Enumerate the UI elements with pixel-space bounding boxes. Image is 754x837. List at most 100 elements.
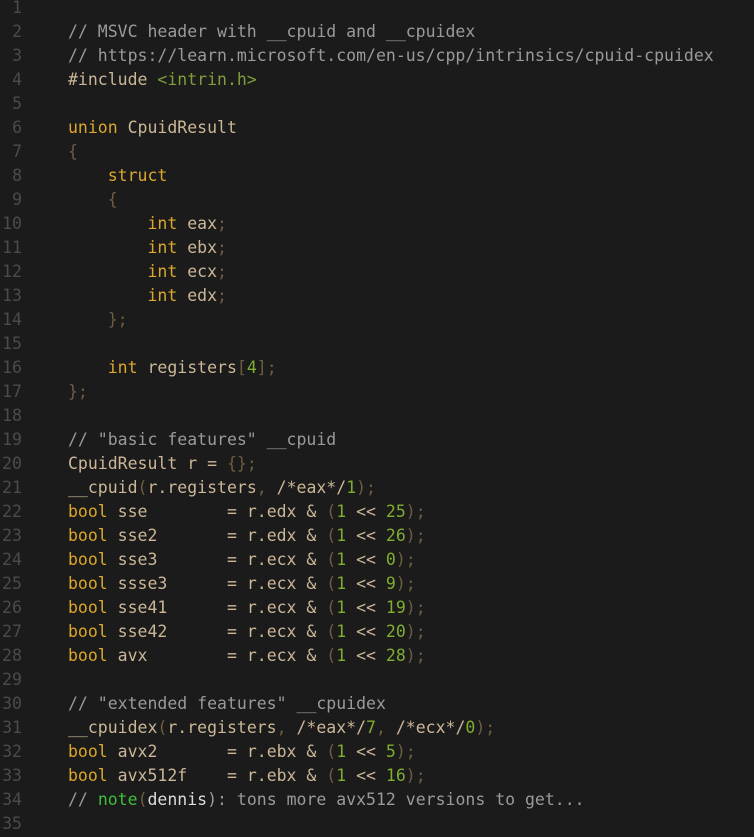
code-token: ssse3 = r.ecx & xyxy=(107,574,327,593)
code-text: { xyxy=(68,140,78,164)
code-token: bool xyxy=(68,622,108,641)
code-token: sse = r.edx & xyxy=(107,502,327,521)
code-text: union CpuidResult xyxy=(68,116,237,140)
code-token: r.registers xyxy=(147,478,257,497)
code-line[interactable]: 1 xyxy=(0,0,754,20)
code-line[interactable]: 8 struct xyxy=(0,164,754,188)
code-line[interactable]: 24 bool sse3 = r.ecx & (1 << 0); xyxy=(0,548,754,572)
code-line[interactable]: 3 // https://learn.microsoft.com/en-us/cp… xyxy=(0,44,754,68)
code-line[interactable]: 30 // "extended features" __cpuidex xyxy=(0,692,754,716)
code-text: bool ssse3 = r.ecx & (1 << 9); xyxy=(68,572,416,596)
code-text: int eax; xyxy=(68,212,227,236)
code-token: 0 xyxy=(465,718,476,737)
code-line[interactable]: 22 bool sse = r.edx & (1 << 25); xyxy=(0,500,754,524)
code-token: << xyxy=(346,766,386,785)
code-token: << xyxy=(346,622,386,641)
code-token: sse2 = r.edx & xyxy=(107,526,327,545)
code-text: bool sse3 = r.ecx & (1 << 0); xyxy=(68,548,416,572)
code-token: edx xyxy=(177,286,218,305)
code-token: << xyxy=(346,574,386,593)
code-line[interactable]: 33 bool avx512f = r.ebx & (1 << 16); xyxy=(0,764,754,788)
code-token: }; xyxy=(68,382,88,401)
code-line[interactable]: 14 }; xyxy=(0,308,754,332)
code-token: #include xyxy=(68,70,158,89)
code-token: 0 xyxy=(385,550,396,569)
code-line[interactable]: 17}; xyxy=(0,380,754,404)
code-token: {}; xyxy=(226,454,257,473)
code-line[interactable]: 25 bool ssse3 = r.ecx & (1 << 9); xyxy=(0,572,754,596)
code-token: bool xyxy=(68,598,108,617)
code-line[interactable]: 6 union CpuidResult xyxy=(0,116,754,140)
code-token: bool xyxy=(68,550,108,569)
code-line[interactable]: 16 int registers[4]; xyxy=(0,356,754,380)
line-number: 2 xyxy=(12,22,22,41)
code-line[interactable]: 15 xyxy=(0,332,754,356)
code-line[interactable]: 5 xyxy=(0,92,754,116)
code-token: <intrin.h> xyxy=(157,70,257,89)
code-token: ; xyxy=(217,262,227,281)
line-number: 12 xyxy=(2,262,22,281)
code-text: int registers[4]; xyxy=(68,356,277,380)
code-token: ; xyxy=(217,214,227,233)
code-line[interactable]: 34 // note(dennis): tons more avx512 vers… xyxy=(0,788,754,812)
code-text: bool sse42 = r.ecx & (1 << 20); xyxy=(68,620,426,644)
line-number: 19 xyxy=(2,430,22,449)
code-line[interactable]: 2 // MSVC header with __cpuid and __cpuid… xyxy=(0,20,754,44)
code-line[interactable]: 12 int ecx; xyxy=(0,260,754,284)
code-text: bool avx512f = r.ebx & (1 << 16); xyxy=(68,764,426,788)
code-line[interactable]: 20 CpuidResult r = {}; xyxy=(0,452,754,476)
code-line[interactable]: 9 { xyxy=(0,188,754,212)
code-editor[interactable]: 1 2// MSVC header with __cpuid and __cpui… xyxy=(0,0,754,836)
line-number: 20 xyxy=(2,454,22,473)
code-token: 1 xyxy=(336,766,347,785)
code-token: bool xyxy=(68,646,108,665)
code-line[interactable]: 27 bool sse42 = r.ecx & (1 << 20); xyxy=(0,620,754,644)
code-token: 9 xyxy=(385,574,396,593)
code-line[interactable]: 4 #include <intrin.h> xyxy=(0,68,754,92)
code-line[interactable]: 19 // "basic features" __cpuid xyxy=(0,428,754,452)
code-text: // MSVC header with __cpuid and __cpuide… xyxy=(68,20,475,44)
code-token: int xyxy=(68,358,138,377)
code-line[interactable]: 23 bool sse2 = r.edx & (1 << 26); xyxy=(0,524,754,548)
code-line[interactable]: 35 xyxy=(0,812,754,836)
line-number: 27 xyxy=(2,622,22,641)
code-line[interactable]: 29 xyxy=(0,668,754,692)
code-line[interactable]: 26 bool sse41 = r.ecx & (1 << 19); xyxy=(0,596,754,620)
code-token: << xyxy=(346,526,386,545)
code-line[interactable]: 7{ xyxy=(0,140,754,164)
code-token: ); xyxy=(405,646,426,665)
code-token: sse42 = r.ecx & xyxy=(107,622,327,641)
code-line[interactable]: 11 int ebx; xyxy=(0,236,754,260)
code-token: { xyxy=(68,142,78,161)
code-token: 20 xyxy=(385,622,406,641)
code-text: bool avx2 = r.ebx & (1 << 5); xyxy=(68,740,416,764)
code-token: r.registers xyxy=(167,718,277,737)
code-line[interactable]: 21 __cpuid(r.registers, /*eax*/1); xyxy=(0,476,754,500)
code-line[interactable]: 18 xyxy=(0,404,754,428)
code-token: << xyxy=(346,742,386,761)
code-text: __cpuid(r.registers, /*eax*/1); xyxy=(68,476,376,500)
code-token: int xyxy=(68,214,178,233)
line-number: 7 xyxy=(12,142,22,161)
code-token: ); xyxy=(405,766,426,785)
code-token: << xyxy=(346,598,386,617)
code-line[interactable]: 31 __cpuidex(r.registers, /*eax*/7, /*ecx… xyxy=(0,716,754,740)
code-token: dennis xyxy=(147,790,208,809)
line-number: 34 xyxy=(2,790,22,809)
code-token: ); xyxy=(395,574,416,593)
code-token: ]; xyxy=(256,358,277,377)
code-token: registers xyxy=(137,358,237,377)
code-token: // xyxy=(68,790,98,809)
code-line[interactable]: 28 bool avx = r.ecx & (1 << 28); xyxy=(0,644,754,668)
code-text: __cpuidex(r.registers, /*eax*/7, /*ecx*/… xyxy=(68,716,495,740)
code-token: 1 xyxy=(336,502,347,521)
line-number: 28 xyxy=(2,646,22,665)
code-token: ( xyxy=(326,646,337,665)
code-line[interactable]: 13 int edx; xyxy=(0,284,754,308)
code-text: // "basic features" __cpuid xyxy=(68,428,336,452)
code-line[interactable]: 32 bool avx2 = r.ebx & (1 << 5); xyxy=(0,740,754,764)
code-token: << xyxy=(346,646,386,665)
code-token: ); xyxy=(395,742,416,761)
code-token: 19 xyxy=(385,598,406,617)
code-line[interactable]: 10 int eax; xyxy=(0,212,754,236)
